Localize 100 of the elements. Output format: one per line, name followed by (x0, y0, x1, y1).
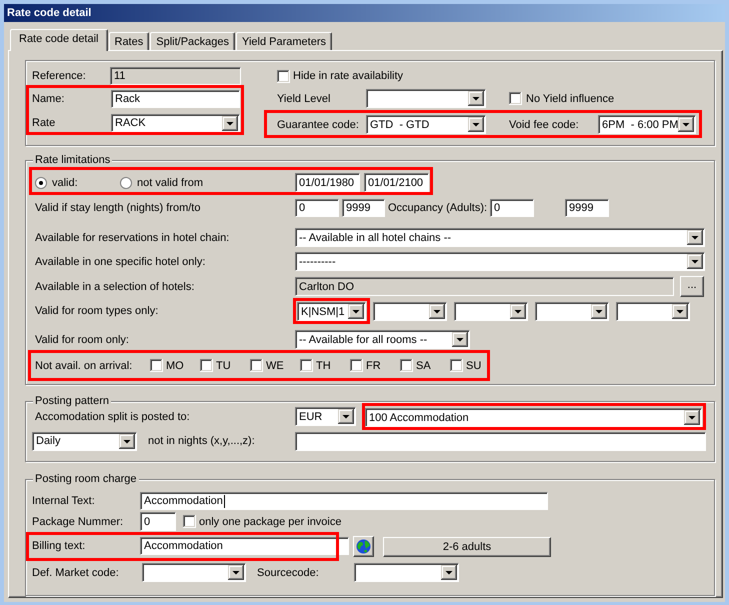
globe-icon (356, 539, 371, 554)
input-field[interactable]: 9999 (342, 199, 385, 217)
caret-down-icon[interactable] (510, 304, 526, 319)
checkbox[interactable] (400, 359, 413, 372)
dropdown[interactable] (535, 302, 609, 321)
field-label: Def. Market code: (32, 566, 120, 578)
tab[interactable]: Rates (108, 32, 150, 50)
field-label: Name: (32, 93, 66, 105)
date-field[interactable]: 01/01/1980 (295, 173, 360, 192)
checkbox-label: SA (416, 360, 431, 372)
checkbox[interactable] (250, 359, 263, 372)
dropdown[interactable]: RACK (111, 114, 240, 132)
dropdown[interactable]: EUR (295, 407, 356, 426)
tab[interactable]: Yield Parameters (236, 32, 332, 50)
caret-down-icon[interactable] (222, 116, 238, 130)
group-title: Posting room charge (33, 473, 138, 486)
input-field[interactable]: 0 (490, 199, 534, 217)
checkbox-label: MO (166, 360, 184, 372)
checkbox-label: Hide in rate availability (293, 70, 404, 82)
field-label: Available in a selection of hotels: (35, 280, 196, 292)
input-field[interactable]: 0 (140, 512, 176, 531)
checkbox-label: only one package per invoice (199, 516, 342, 528)
checkbox[interactable] (150, 359, 163, 372)
dropdown[interactable]: K|NSM|1 (297, 302, 366, 321)
dropdown[interactable]: -- Available in all hotel chains -- (295, 228, 705, 247)
adults-button[interactable]: 2-6 adults (383, 536, 551, 556)
input-field[interactable]: 0 (295, 199, 339, 217)
field-label: Valid if stay length (nights) from/to (35, 202, 202, 214)
caret-down-icon[interactable] (429, 304, 445, 319)
radio-label: valid: (52, 176, 78, 188)
field-label: Internal Text: (32, 495, 96, 507)
dropdown[interactable] (373, 302, 447, 321)
dropdown[interactable] (616, 302, 690, 321)
field-label: Package Nummer: (32, 516, 124, 528)
caret-down-icon[interactable] (687, 230, 703, 245)
group-title: Posting pattern (33, 395, 111, 408)
caret-down-icon[interactable] (441, 565, 457, 580)
caret-down-icon[interactable] (338, 409, 354, 424)
caret-down-icon[interactable] (468, 117, 484, 132)
checkbox[interactable] (450, 359, 463, 372)
field-label: Guarantee code: (277, 118, 360, 130)
dropdown[interactable]: 6PM - 6:00 PM (598, 115, 696, 134)
dropdown[interactable] (354, 563, 459, 582)
dropdown[interactable] (366, 89, 486, 108)
caret-down-icon[interactable] (672, 304, 688, 319)
field-label: not in nights (x,y,...,z): (148, 435, 256, 447)
caret-down-icon[interactable] (687, 254, 703, 269)
input-field[interactable]: Rack (111, 90, 240, 108)
window-title: Rate code detail (7, 7, 92, 19)
checkbox-label: FR (366, 360, 381, 372)
dropdown[interactable] (142, 563, 246, 582)
dropdown[interactable]: ---------- (295, 252, 705, 271)
caret-down-icon[interactable] (684, 410, 700, 425)
caret-down-icon[interactable] (591, 304, 607, 319)
checkbox[interactable] (183, 515, 196, 528)
dropdown[interactable]: -- Available for all rooms -- (295, 330, 470, 349)
checkbox-label: SU (466, 360, 482, 372)
input-field[interactable]: 9999 (565, 199, 609, 217)
globe-button[interactable] (353, 536, 374, 557)
field-label: Available in one specific hotel only: (35, 256, 206, 268)
field-label: Sourcecode: (257, 566, 320, 578)
field-label: Not avail. on arrival: (35, 360, 134, 372)
input-field[interactable] (295, 432, 706, 450)
tab[interactable]: Rate code detail (10, 29, 108, 51)
field-label: Available for reservations in hotel chain: (35, 232, 230, 244)
dropdown[interactable]: 100 Accommodation (365, 408, 702, 427)
field-label: Reference: (32, 70, 87, 82)
checkbox[interactable] (350, 359, 363, 372)
input-field[interactable]: Accommodation (140, 537, 349, 555)
checkbox[interactable] (300, 359, 313, 372)
radio-label: not valid from (137, 176, 204, 188)
field-label: Rate (32, 117, 56, 129)
checkbox-label: TH (316, 360, 331, 372)
caret-down-icon[interactable] (452, 332, 468, 347)
field-label: Void fee code: (509, 118, 580, 130)
caret-down-icon[interactable] (678, 117, 694, 132)
date-field[interactable]: 01/01/2100 (364, 173, 429, 192)
checkbox[interactable] (509, 92, 522, 105)
caret-down-icon[interactable] (119, 434, 135, 448)
field-label: Occupancy (Adults): (388, 202, 488, 214)
tab[interactable]: Split/Packages (150, 32, 236, 50)
dropdown[interactable]: GTD - GTD (366, 115, 486, 134)
field-label: Valid for room types only: (35, 305, 160, 317)
dropdown[interactable]: Daily (32, 432, 137, 450)
field-label: Billing text: (32, 540, 86, 552)
checkbox-label: No Yield influence (526, 92, 614, 104)
checkbox-label: WE (266, 360, 284, 372)
field-label: Yield Level (277, 92, 332, 104)
dropdown[interactable] (454, 302, 528, 321)
caret-down-icon[interactable] (228, 565, 244, 580)
caret-down-icon[interactable] (468, 91, 484, 106)
field-label: Valid for room only: (35, 334, 130, 346)
checkbox-label: TU (216, 360, 231, 372)
field-label: Accomodation split is posted to: (35, 410, 191, 422)
radio-button[interactable] (35, 176, 47, 188)
caret-down-icon[interactable] (348, 304, 364, 319)
input-field[interactable]: Accommodation (140, 492, 548, 510)
radio-button[interactable] (120, 176, 132, 188)
checkbox[interactable] (277, 70, 290, 82)
checkbox[interactable] (200, 359, 213, 372)
